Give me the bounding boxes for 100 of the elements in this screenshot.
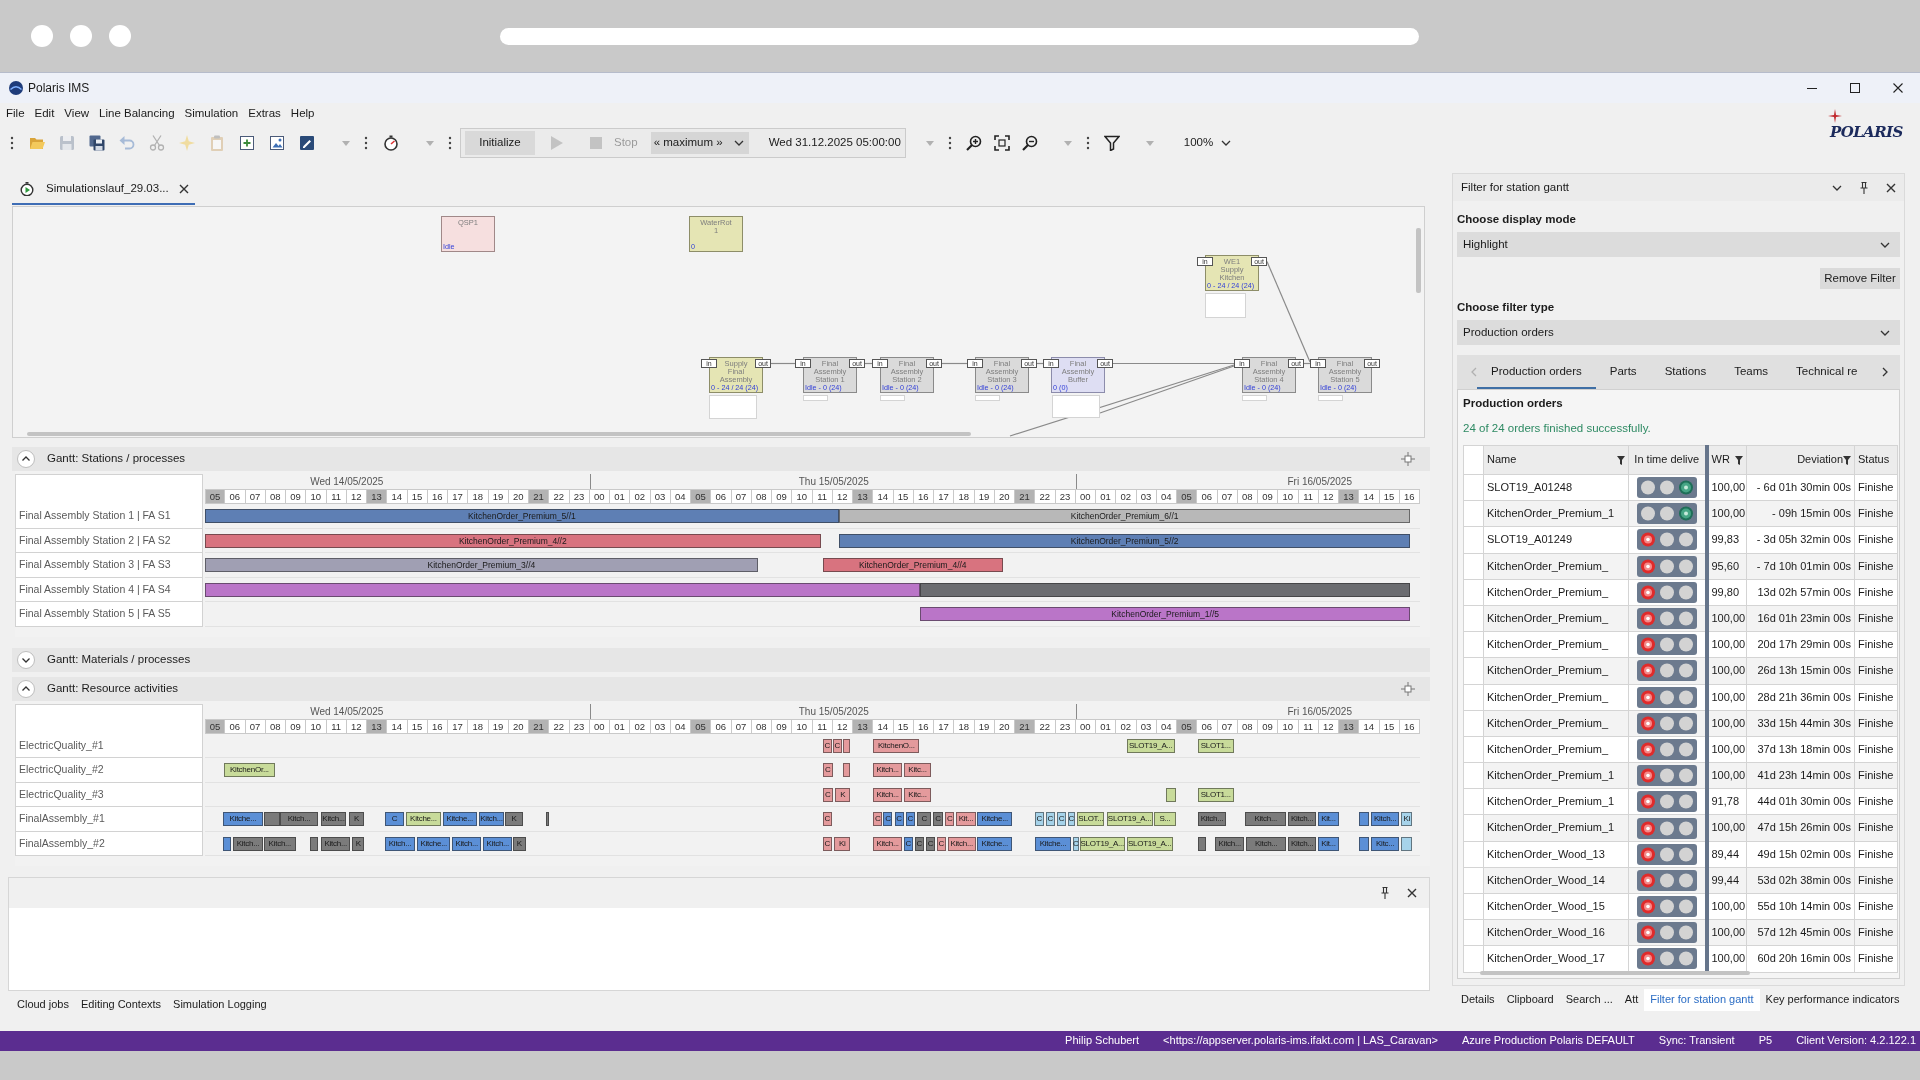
chevron-right-icon[interactable] xyxy=(1882,367,1888,377)
panel-tab[interactable]: Filter for station gantt xyxy=(1644,989,1760,1011)
gantt-bar[interactable]: C xyxy=(873,812,883,826)
gantt-bar[interactable]: Ki xyxy=(834,836,851,851)
gantt-bar[interactable]: Kitche... xyxy=(977,812,1013,826)
gantt-bar[interactable]: C xyxy=(822,787,833,802)
gantt-bar[interactable]: Kitch... xyxy=(1287,812,1317,826)
close-icon[interactable] xyxy=(1407,888,1417,898)
floppy-disks-icon[interactable] xyxy=(89,135,105,151)
gantt-bar[interactable] xyxy=(222,836,231,851)
gantt-bar[interactable]: Kitch... xyxy=(1215,836,1245,851)
gantt-bar[interactable] xyxy=(1358,836,1369,851)
gantt-bar[interactable]: Kitche... xyxy=(442,812,477,826)
gantt-bar[interactable]: C xyxy=(822,812,832,826)
gantt-bar[interactable]: Kitche... xyxy=(405,812,441,826)
gantt-bar[interactable]: KitchenOrder_Premium_4//4 xyxy=(822,558,1003,572)
gantt-bar[interactable]: KitchenOrder_Premium_1//5 xyxy=(919,607,1411,621)
gantt-bar[interactable]: K xyxy=(348,812,365,826)
gantt-bar[interactable]: Kitch... xyxy=(232,836,264,851)
gantt-bar[interactable]: C xyxy=(914,836,924,851)
chevron-down-icon[interactable] xyxy=(1832,184,1842,191)
gantt-bar[interactable]: C xyxy=(883,812,893,826)
zoom-select[interactable]: 100% xyxy=(1183,136,1232,150)
gantt-bar[interactable]: C xyxy=(925,836,935,851)
column-header[interactable]: WR xyxy=(1706,445,1747,475)
gantt-bar[interactable] xyxy=(545,812,549,826)
speed-select[interactable]: « maximum » xyxy=(650,132,749,154)
gantt-bar[interactable]: SLOT... xyxy=(1077,812,1105,826)
gantt-bar[interactable]: Kit... xyxy=(956,812,976,826)
tab[interactable]: Stations xyxy=(1650,355,1721,389)
gantt-bar[interactable]: K xyxy=(512,836,526,851)
panel-tab[interactable]: Cloud jobs xyxy=(11,994,75,1016)
gantt-bar[interactable]: Kitch... xyxy=(384,836,416,851)
gantt-bar[interactable]: SLOT1... xyxy=(1197,787,1234,802)
gantt-bar[interactable]: SLOT19_A... xyxy=(1126,738,1175,753)
panel-tab[interactable]: Editing Contexts xyxy=(75,994,168,1016)
gantt-bar[interactable]: Kitch... xyxy=(947,836,976,851)
menu-item[interactable]: Line Balancing xyxy=(95,107,179,121)
gantt-bar[interactable]: C xyxy=(822,836,832,851)
gantt-bar[interactable]: Kitche... xyxy=(417,836,451,851)
document-pen-icon[interactable] xyxy=(299,135,315,151)
filter-icon[interactable] xyxy=(1617,456,1625,466)
scrollbar-thumb[interactable] xyxy=(27,432,971,436)
gantt-bar[interactable]: Kitch... xyxy=(452,836,482,851)
gantt-bar[interactable]: KitchenOrder_Premium_6//1 xyxy=(838,509,1411,523)
panel-tab[interactable]: Details xyxy=(1455,989,1501,1011)
menu-item[interactable]: View xyxy=(60,107,94,121)
gantt-bar[interactable] xyxy=(205,582,920,597)
menu-item[interactable]: Edit xyxy=(30,107,59,121)
gantt-bar[interactable] xyxy=(1197,836,1206,851)
gantt-bar[interactable]: Kitch... xyxy=(1287,836,1317,851)
tab[interactable]: Parts xyxy=(1595,355,1651,389)
stopwatch-icon[interactable] xyxy=(383,135,399,151)
gantt-bar[interactable]: KitchenO... xyxy=(873,738,920,753)
gantt-bar[interactable]: KitchenOrder_Premium_3//4 xyxy=(205,558,758,572)
gantt-bar[interactable] xyxy=(1401,836,1413,851)
gantt-bar[interactable]: C xyxy=(903,836,914,851)
gantt-bar[interactable]: Kitc... xyxy=(903,787,932,802)
tab[interactable]: Teams xyxy=(1720,355,1783,389)
panel-tab[interactable]: Simulation Logging xyxy=(167,994,273,1016)
display-mode-select[interactable]: Highlight xyxy=(1457,232,1900,257)
gantt-bar[interactable]: SLOT19_A... xyxy=(1106,812,1153,826)
panel-tab[interactable]: Search ... xyxy=(1559,989,1619,1011)
gantt-bar[interactable]: Kitche... xyxy=(1034,836,1072,851)
initialize-button[interactable]: Initialize xyxy=(465,131,535,155)
pin-icon[interactable] xyxy=(1860,181,1868,194)
fit-screen-icon[interactable] xyxy=(993,135,1010,151)
gantt-bar[interactable]: Kitche... xyxy=(977,836,1013,851)
filter-icon[interactable] xyxy=(1103,135,1120,151)
zoom-in-icon[interactable] xyxy=(965,135,982,151)
chevron-down-icon[interactable] xyxy=(1880,241,1890,248)
gantt-bar[interactable]: K xyxy=(352,836,365,851)
gantt-bar[interactable]: Kitch... xyxy=(279,812,319,826)
chevron-down-icon[interactable] xyxy=(1880,329,1890,336)
filter-icon[interactable] xyxy=(1843,456,1851,466)
gantt-bar[interactable] xyxy=(1358,812,1369,826)
crosshair-icon[interactable] xyxy=(1401,452,1415,466)
gantt-bar[interactable]: SLOT19_A... xyxy=(1079,836,1125,851)
panel-tab[interactable]: Att xyxy=(1618,989,1645,1011)
maximize-icon[interactable] xyxy=(1850,83,1860,93)
column-header[interactable]: Deviation xyxy=(1746,445,1855,475)
gantt-bar[interactable]: Kitch... xyxy=(1245,812,1286,826)
document-plus-icon[interactable] xyxy=(239,135,255,151)
column-header[interactable]: Status xyxy=(1854,445,1898,475)
gantt-bar[interactable]: Kitch... xyxy=(1371,812,1400,826)
gantt-bar[interactable]: Kitch... xyxy=(1197,812,1227,826)
date-time-field[interactable]: Wed 31.12.2025 05:00:00 xyxy=(768,136,901,150)
gantt-bar[interactable]: C xyxy=(384,812,405,826)
gantt-bar[interactable]: K xyxy=(505,812,523,826)
tab[interactable]: Technical re xyxy=(1782,355,1872,389)
gantt-bar[interactable]: C xyxy=(917,812,932,826)
gantt-bar[interactable]: K xyxy=(835,787,851,802)
crosshair-icon[interactable] xyxy=(1401,681,1415,696)
gantt-bar[interactable]: Kitche... xyxy=(222,812,264,826)
gantt-bar[interactable]: C xyxy=(945,812,955,826)
menu-item[interactable]: Extras xyxy=(244,107,285,121)
gantt-bar[interactable]: Kitch... xyxy=(1246,836,1286,851)
gantt-bar[interactable]: Kitc... xyxy=(1371,836,1400,851)
close-icon[interactable] xyxy=(178,184,189,194)
zoom-out-icon[interactable] xyxy=(1021,135,1038,151)
